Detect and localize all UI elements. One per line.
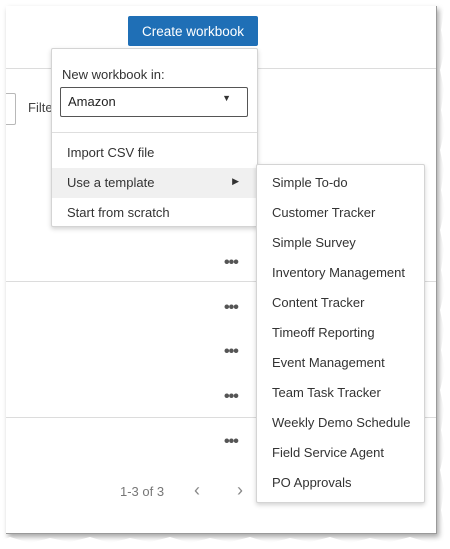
template-label: Event Management bbox=[272, 355, 385, 370]
template-item-simple-survey[interactable]: Simple Survey bbox=[257, 228, 424, 258]
pagination-range: 1-3 of 3 bbox=[120, 484, 165, 499]
create-workbook-menu: New workbook in: Amazon ▼ Import CSV fil… bbox=[51, 48, 258, 227]
caret-right-icon: ▶ bbox=[232, 176, 239, 186]
filter-input[interactable] bbox=[6, 93, 16, 125]
filter-label: Filte bbox=[28, 100, 53, 115]
account-select-value: Amazon bbox=[68, 94, 116, 109]
menu-divider bbox=[52, 132, 257, 133]
template-item-field-service-agent[interactable]: Field Service Agent bbox=[257, 438, 424, 468]
row-more-icon[interactable]: ••• bbox=[224, 389, 239, 405]
row-more-icon[interactable]: ••• bbox=[224, 434, 239, 450]
template-label: Field Service Agent bbox=[272, 445, 385, 460]
template-label: Customer Tracker bbox=[272, 205, 376, 220]
menu-item-use-template[interactable]: Use a template ▶ bbox=[52, 168, 257, 198]
template-label: Weekly Demo Schedule bbox=[272, 415, 411, 430]
template-label: Simple Survey bbox=[272, 235, 356, 250]
template-item-team-task-tracker[interactable]: Team Task Tracker bbox=[257, 378, 424, 408]
template-item-inventory-management[interactable]: Inventory Management bbox=[257, 258, 424, 288]
template-item-simple-todo[interactable]: Simple To-do bbox=[257, 168, 424, 198]
menu-item-start-scratch[interactable]: Start from scratch bbox=[52, 198, 257, 228]
template-item-customer-tracker[interactable]: Customer Tracker bbox=[257, 198, 424, 228]
workbooks-page: Create workbook Filte ••• ••• ••• ••• ••… bbox=[6, 6, 437, 534]
template-label: Inventory Management bbox=[272, 265, 405, 280]
torn-edge-bottom bbox=[0, 537, 450, 549]
template-label: Timeoff Reporting bbox=[272, 325, 375, 340]
template-label: Simple To-do bbox=[272, 175, 348, 190]
template-label: Content Tracker bbox=[272, 295, 365, 310]
menu-item-import-csv[interactable]: Import CSV file bbox=[52, 138, 257, 168]
torn-edge-right bbox=[440, 0, 450, 549]
next-page-icon[interactable]: › bbox=[237, 480, 243, 500]
template-submenu: Simple To-do Customer Tracker Simple Sur… bbox=[256, 164, 425, 503]
prev-page-icon[interactable]: ‹ bbox=[194, 480, 200, 500]
menu-item-label: Start from scratch bbox=[67, 205, 170, 220]
template-item-event-management[interactable]: Event Management bbox=[257, 348, 424, 378]
new-workbook-in-label: New workbook in: bbox=[62, 67, 165, 82]
caret-down-icon: ▼ bbox=[222, 93, 231, 103]
menu-item-label: Import CSV file bbox=[67, 145, 155, 160]
menu-item-label: Use a template bbox=[67, 175, 155, 190]
template-item-weekly-demo-schedule[interactable]: Weekly Demo Schedule bbox=[257, 408, 424, 438]
template-item-content-tracker[interactable]: Content Tracker bbox=[257, 288, 424, 318]
template-label: PO Approvals bbox=[272, 475, 352, 490]
screenshot-frame: Create workbook Filte ••• ••• ••• ••• ••… bbox=[0, 0, 450, 549]
row-more-icon[interactable]: ••• bbox=[224, 344, 239, 360]
account-select[interactable]: Amazon ▼ bbox=[60, 87, 248, 117]
template-item-po-approvals[interactable]: PO Approvals bbox=[257, 468, 424, 498]
create-workbook-button[interactable]: Create workbook bbox=[128, 16, 258, 46]
row-more-icon[interactable]: ••• bbox=[224, 300, 239, 316]
row-more-icon[interactable]: ••• bbox=[224, 255, 239, 271]
template-item-timeoff-reporting[interactable]: Timeoff Reporting bbox=[257, 318, 424, 348]
template-label: Team Task Tracker bbox=[272, 385, 381, 400]
